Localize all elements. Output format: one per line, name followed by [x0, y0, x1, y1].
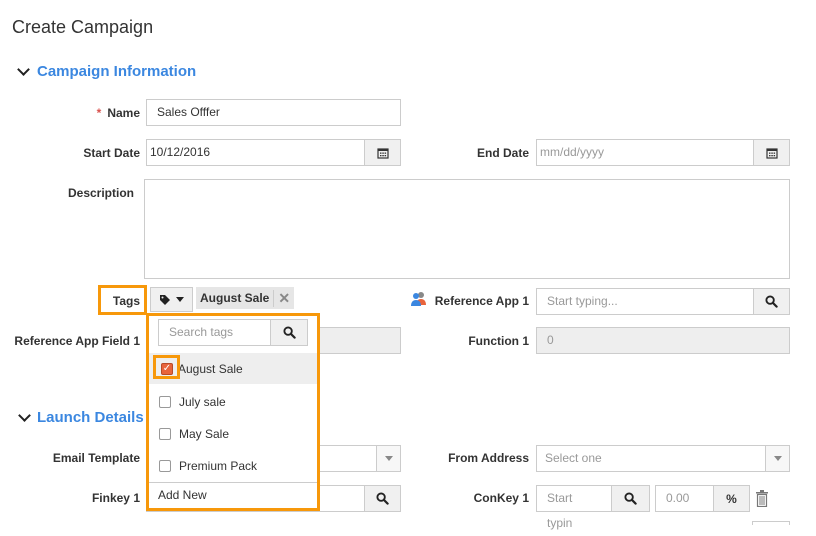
tag-icon: [160, 294, 170, 305]
tag-option-label: May Sale: [179, 426, 230, 441]
tag-option-may-sale[interactable]: May Sale: [149, 418, 317, 449]
reference-app-field-1-label: Reference App Field 1: [14, 334, 140, 348]
tag-option-label: Premium Pack: [179, 458, 258, 473]
name-input[interactable]: Sales Offfer: [146, 99, 401, 126]
remove-tag-icon[interactable]: ✕: [273, 289, 290, 307]
tag-chip: August Sale ✕: [196, 287, 294, 309]
reference-app-1-label: Reference App 1: [434, 294, 529, 308]
calendar-icon: [766, 147, 778, 159]
caret-down-icon: [384, 456, 393, 461]
checkbox[interactable]: [159, 427, 171, 440]
start-date-input[interactable]: 10/12/2016: [146, 139, 365, 166]
tag-option-premium-pack[interactable]: Premium Pack: [149, 450, 317, 481]
end-date-input[interactable]: mm/dd/yyyy: [536, 139, 754, 166]
section-launch-details[interactable]: Launch Details: [37, 409, 144, 426]
tags-label: Tags: [112, 294, 140, 308]
start-date-label: Start Date: [83, 146, 140, 160]
search-icon: [283, 326, 296, 339]
conkey-1-percent-input[interactable]: 0.00: [655, 485, 714, 512]
from-address-select[interactable]: Select one: [536, 445, 790, 472]
caret-down-icon: [773, 456, 782, 461]
trash-icon[interactable]: [755, 490, 769, 507]
chevron-down-icon[interactable]: [18, 409, 31, 422]
required-marker: *: [96, 106, 102, 120]
tag-option-july-sale[interactable]: July sale: [149, 386, 317, 417]
from-address-label: From Address: [448, 451, 529, 465]
section-campaign-information[interactable]: Campaign Information: [37, 63, 196, 80]
tag-option-label: August Sale: [178, 361, 243, 376]
page-title: Create Campaign: [12, 17, 154, 37]
end-date-label: End Date: [476, 146, 529, 160]
search-icon: [376, 492, 389, 505]
description-label: Description: [67, 186, 134, 200]
checkbox[interactable]: [159, 459, 171, 472]
conkey-1-search-button[interactable]: [611, 485, 650, 512]
reference-app-1-input[interactable]: Start typing...: [536, 288, 754, 315]
search-icon: [765, 295, 778, 308]
tag-option-label: July sale: [179, 394, 226, 409]
finkey-1-search-button[interactable]: [364, 485, 401, 512]
email-template-label: Email Template: [52, 451, 140, 465]
tag-option-august-sale[interactable]: ✓ August Sale: [149, 353, 317, 384]
name-label: Name: [107, 106, 140, 120]
tags-dropdown-button[interactable]: [150, 287, 193, 312]
conkey-1-label: ConKey 1: [473, 491, 529, 505]
end-date-calendar-button[interactable]: [753, 139, 790, 166]
search-icon: [624, 492, 637, 505]
caret-down-icon: [176, 297, 184, 302]
checkbox[interactable]: [159, 395, 171, 408]
search-tags-button[interactable]: [270, 319, 308, 346]
from-address-caret[interactable]: [765, 445, 790, 472]
start-date-calendar-button[interactable]: [364, 139, 401, 166]
chevron-down-icon[interactable]: [17, 63, 30, 76]
search-tags-input[interactable]: Search tags: [158, 319, 271, 346]
tag-chip-label: August Sale: [200, 291, 270, 305]
function-1-label: Function 1: [468, 334, 529, 348]
percent-addon: %: [713, 485, 750, 512]
users-icon: [411, 292, 426, 306]
add-new-tag-link[interactable]: Add New: [158, 488, 207, 502]
function-1-input: 0: [536, 327, 790, 354]
tags-dropdown-menu: Search tags ✓ August Sale July sale May …: [146, 313, 320, 511]
email-template-caret[interactable]: [376, 445, 401, 472]
reference-app-1-search-button[interactable]: [753, 288, 790, 315]
calendar-icon: [377, 147, 389, 159]
conkey-1-input[interactable]: Start typin: [536, 485, 612, 530]
description-textarea[interactable]: [144, 179, 790, 279]
finkey-1-label: Finkey 1: [91, 491, 140, 505]
